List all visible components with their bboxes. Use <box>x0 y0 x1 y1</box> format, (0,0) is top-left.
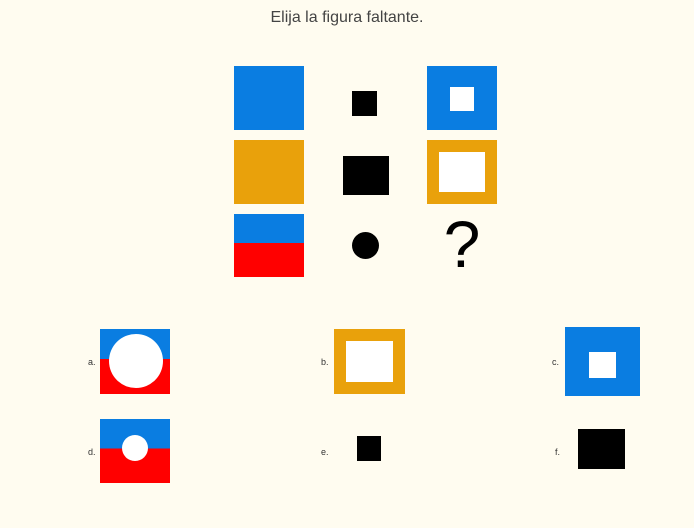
grid-cell-blue-square <box>234 66 304 130</box>
option-c-figure[interactable] <box>565 327 640 396</box>
option-a-figure[interactable] <box>100 329 170 394</box>
grid-cell-blue-square-with-white-center <box>427 66 497 130</box>
option-b-figure[interactable] <box>334 329 405 394</box>
grid-cell-blue-red-split-square <box>234 214 304 277</box>
white-center-square <box>589 352 616 378</box>
option-f-figure[interactable] <box>578 429 625 469</box>
large-white-circle <box>109 334 163 388</box>
option-b-label: b. <box>321 357 329 367</box>
grid-cell-orange-square <box>234 140 304 204</box>
option-c-label: c. <box>552 357 560 367</box>
option-e-figure[interactable] <box>357 436 381 461</box>
option-a-label: a. <box>88 357 96 367</box>
small-white-circle <box>122 435 148 461</box>
option-e-label: e. <box>321 447 329 457</box>
option-d-label: d. <box>88 447 96 457</box>
missing-figure-question-mark: ? <box>443 207 481 281</box>
option-d-figure[interactable] <box>100 419 170 483</box>
white-center-square <box>450 87 474 111</box>
grid-cell-black-circle <box>352 232 379 259</box>
option-f-label: f. <box>555 447 561 457</box>
grid-cell-medium-black-square <box>343 156 389 195</box>
instruction-title: Elija la figura faltante. <box>270 9 424 26</box>
grid-cell-orange-square-outline <box>427 140 497 204</box>
grid-cell-small-black-square <box>352 91 377 116</box>
